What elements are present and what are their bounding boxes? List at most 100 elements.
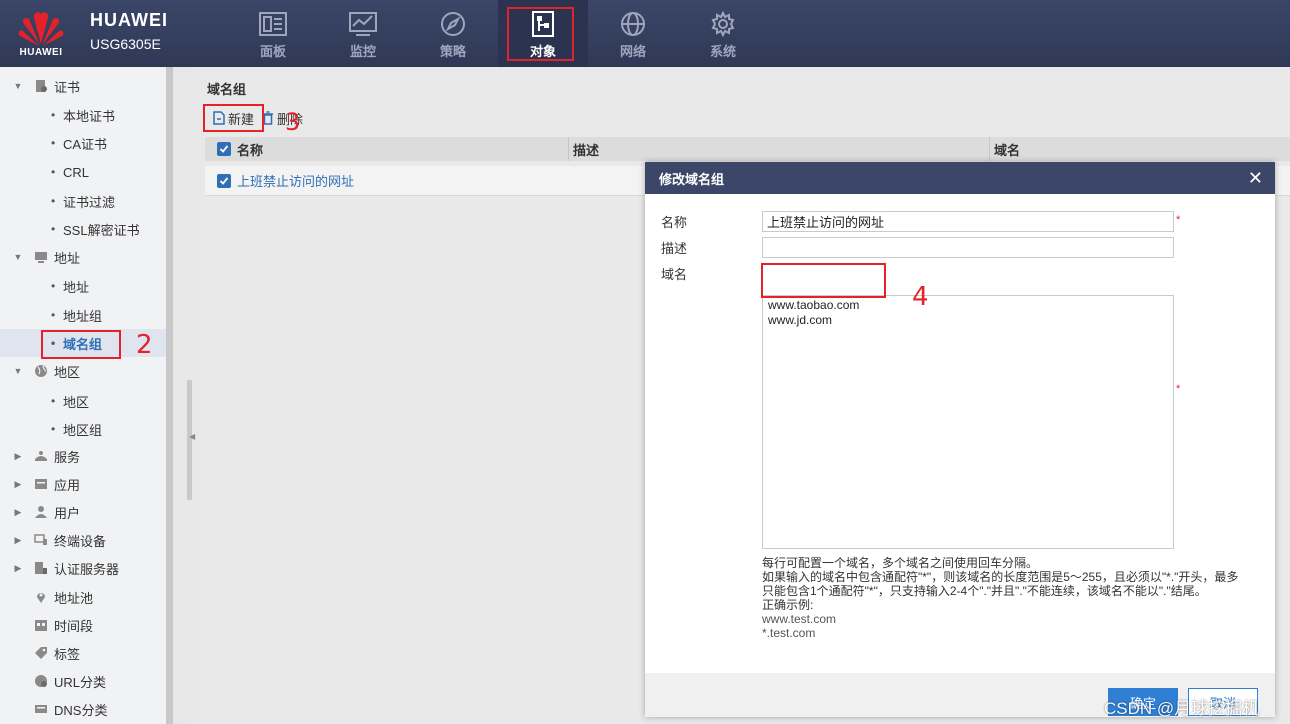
sidebar-item-ssl-cert[interactable]: • SSL解密证书 <box>0 215 166 243</box>
nav-label: 网络 <box>619 44 646 59</box>
expand-right-icon[interactable]: ▶ <box>12 451 24 462</box>
bullet-icon: • <box>51 308 56 322</box>
nav-label: 监控 <box>349 44 376 59</box>
column-domain[interactable]: 域名 <box>990 137 1290 161</box>
nav-system[interactable]: 系统 <box>678 0 768 67</box>
column-name[interactable]: 名称 <box>205 137 569 161</box>
sidebar-group-terminal[interactable]: ▶ 终端设备 <box>0 526 166 554</box>
column-header-label: 名称 <box>237 142 264 158</box>
select-all-checkbox[interactable] <box>217 142 231 156</box>
hint-line: 如果输入的域名中包含通配符"*"，则该域名的长度范围是5～255，且必须以"*.… <box>762 570 1239 584</box>
sidebar-group-auth-server[interactable]: ▶ 认证服务器 <box>0 554 166 582</box>
sidebar-label: 证书过滤 <box>63 194 116 210</box>
main-nav: 面板 监控 策略 对象 网络 系统 <box>228 0 768 67</box>
description-field[interactable] <box>762 237 1174 258</box>
expand-right-icon[interactable]: ▶ <box>12 563 24 574</box>
sidebar-label: 本地证书 <box>63 108 116 124</box>
hint-line: 正确示例: <box>762 598 814 612</box>
dns-category-icon <box>33 701 49 717</box>
nav-label: 系统 <box>709 44 736 59</box>
close-icon[interactable]: ✕ <box>1248 169 1263 187</box>
service-icon <box>33 448 49 464</box>
watermark: CSDN @月球挖掘机 <box>1104 699 1260 718</box>
edit-domain-group-dialog: 修改域名组 ✕ 名称 * 描述 域名 * 每行可配置一个域名，多个域名之间使用回… <box>645 162 1275 717</box>
sidebar-item-local-cert[interactable]: • 本地证书 <box>0 101 166 129</box>
sidebar: ▼ 证书 • 本地证书 • CA证书 • CRL • 证书过滤 • SSL解密证书 ▼ 地… <box>0 67 172 724</box>
sidebar-item-address[interactable]: • 地址 <box>0 272 166 300</box>
highlight-box-domain-list <box>761 263 886 298</box>
sidebar-group-user[interactable]: ▶ 用户 <box>0 498 166 526</box>
sidebar-item-url-category[interactable]: URL分类 <box>0 667 166 695</box>
sidebar-label: 服务 <box>54 449 81 465</box>
sidebar-label: 时间段 <box>54 618 94 634</box>
expand-down-icon[interactable]: ▼ <box>12 366 24 376</box>
sidebar-label: 标签 <box>54 646 81 662</box>
domain-hint: 每行可配置一个域名，多个域名之间使用回车分隔。 如果输入的域名中包含通配符"*"… <box>762 556 1252 640</box>
row-name-link[interactable]: 上班禁止访问的网址 <box>237 171 354 190</box>
dialog-body: 名称 * 描述 域名 * 每行可配置一个域名，多个域名之间使用回车分隔。 如果输… <box>645 194 1275 673</box>
sidebar-item-cert-filter[interactable]: • 证书过滤 <box>0 187 166 215</box>
sidebar-label: 地区 <box>54 364 81 380</box>
expand-right-icon[interactable]: ▶ <box>12 507 24 518</box>
nav-policy[interactable]: 策略 <box>408 0 498 67</box>
application-icon <box>33 476 49 492</box>
sidebar-item-region-group[interactable]: • 地区组 <box>0 415 166 443</box>
sidebar-item-address-group[interactable]: • 地址组 <box>0 301 166 329</box>
sidebar-item-tag[interactable]: 标签 <box>0 639 166 667</box>
sidebar-item-region[interactable]: • 地区 <box>0 387 166 415</box>
sidebar-label: 地址 <box>63 279 90 295</box>
name-label: 名称 <box>661 215 688 230</box>
sidebar-label: 地址组 <box>63 308 103 324</box>
dialog-title: 修改域名组 <box>659 171 725 187</box>
sidebar-label: SSL解密证书 <box>63 222 140 238</box>
bullet-icon: • <box>51 136 56 150</box>
compass-icon <box>441 12 465 36</box>
sidebar-label: 地区组 <box>63 422 103 438</box>
bullet-icon: • <box>51 222 56 236</box>
row-checkbox[interactable] <box>217 173 231 188</box>
sidebar-group-application[interactable]: ▶ 应用 <box>0 470 166 498</box>
sidebar-label: CA证书 <box>63 136 108 152</box>
top-bar: HUAWEI HUAWEI USG6305E 面板 监控 策略 对象 网络 系统 <box>0 0 1290 67</box>
terminal-device-icon <box>33 532 49 548</box>
monitor-icon <box>33 249 49 265</box>
sidebar-label: DNS分类 <box>54 702 108 718</box>
sidebar-item-crl[interactable]: • CRL <box>0 158 166 186</box>
device-model: USG6305E <box>90 36 161 52</box>
collapse-left-icon[interactable]: ◀ <box>189 432 195 441</box>
expand-down-icon[interactable]: ▼ <box>12 252 24 262</box>
globe-icon <box>33 363 49 379</box>
hint-example: www.test.com <box>762 612 837 626</box>
gear-icon <box>711 11 735 37</box>
certificate-icon <box>33 78 49 94</box>
table-header: 名称 描述 域名 <box>205 137 1290 161</box>
expand-right-icon[interactable]: ▶ <box>12 479 24 490</box>
nav-monitor[interactable]: 监控 <box>318 0 408 67</box>
sidebar-group-service[interactable]: ▶ 服务 <box>0 442 166 470</box>
sidebar-item-address-pool[interactable]: 地址池 <box>0 583 166 611</box>
sidebar-group-certificate[interactable]: ▼ 证书 <box>0 72 166 100</box>
auth-server-icon <box>33 560 49 576</box>
column-description[interactable]: 描述 <box>569 137 990 161</box>
toolbar: 新建 删除 <box>205 103 1290 133</box>
highlight-box-domain-group <box>41 330 121 359</box>
nav-network[interactable]: 网络 <box>588 0 678 67</box>
sidebar-item-time-range[interactable]: 时间段 <box>0 611 166 639</box>
description-label: 描述 <box>661 241 688 256</box>
expand-right-icon[interactable]: ▶ <box>12 535 24 546</box>
sidebar-item-ca-cert[interactable]: • CA证书 <box>0 129 166 157</box>
hint-line: 每行可配置一个域名，多个域名之间使用回车分隔。 <box>762 556 1039 570</box>
sidebar-group-address[interactable]: ▼ 地址 <box>0 243 166 271</box>
sidebar-group-region[interactable]: ▼ 地区 <box>0 357 166 385</box>
sidebar-label: 应用 <box>54 477 81 493</box>
nav-dashboard[interactable]: 面板 <box>228 0 318 67</box>
expand-down-icon[interactable]: ▼ <box>12 81 24 91</box>
monitor-icon <box>349 12 377 36</box>
sidebar-item-dns-category[interactable]: DNS分类 <box>0 695 166 723</box>
sidebar-label: 地址 <box>54 250 81 266</box>
domain-textarea[interactable] <box>762 295 1174 549</box>
location-pin-icon <box>33 589 49 605</box>
brand-name: HUAWEI <box>90 10 168 30</box>
tag-icon <box>33 645 49 661</box>
name-field[interactable] <box>762 211 1174 232</box>
